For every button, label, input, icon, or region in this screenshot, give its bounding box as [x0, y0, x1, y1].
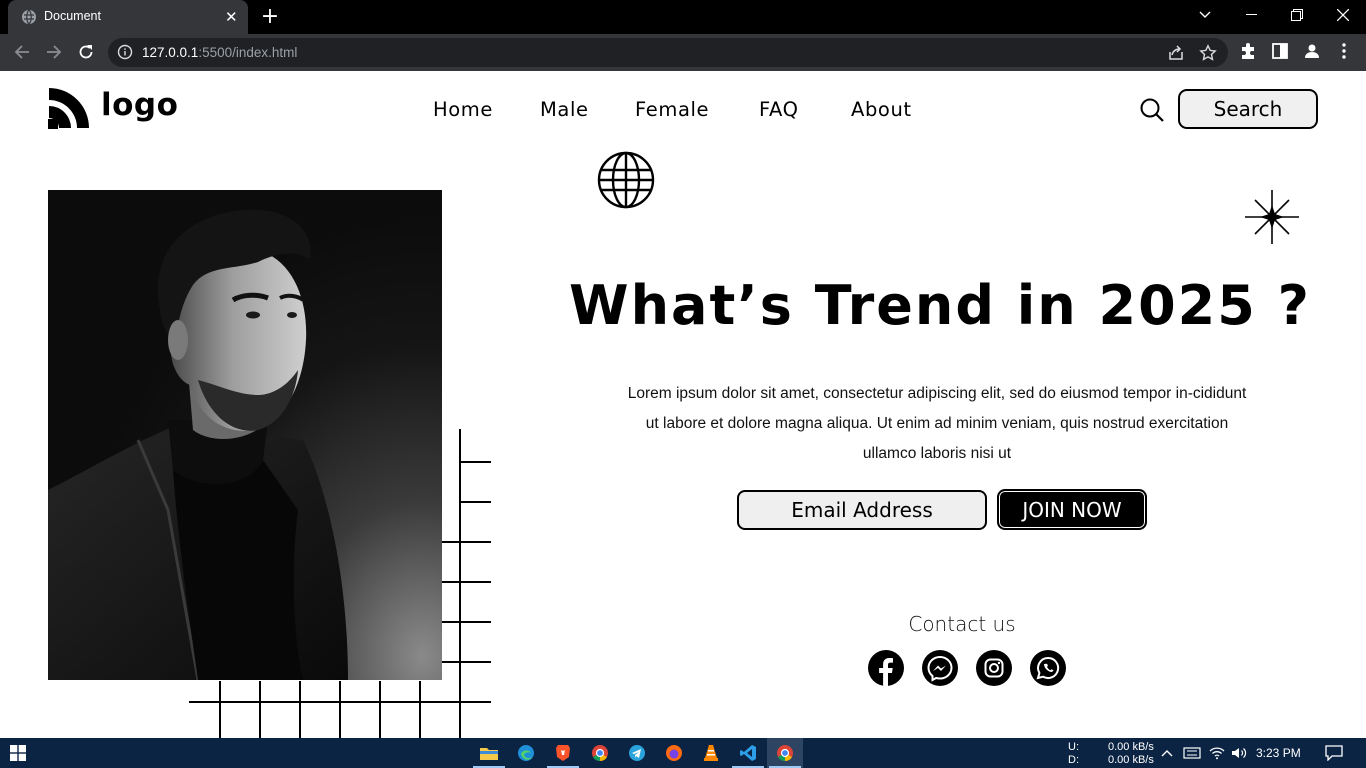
restore-icon[interactable] — [1274, 0, 1320, 30]
download-label: D: — [1068, 754, 1079, 766]
nav-male[interactable]: Male — [540, 98, 589, 121]
upload-speed: 0.00 kB/s — [1108, 741, 1154, 753]
input-method-icon[interactable] — [1183, 746, 1201, 760]
close-window-icon[interactable] — [1320, 0, 1366, 30]
bookmark-star-icon[interactable] — [1199, 44, 1217, 62]
globe-favicon-icon — [22, 9, 36, 25]
file-explorer-icon[interactable] — [471, 738, 507, 768]
forward-icon[interactable] — [42, 40, 66, 64]
back-icon[interactable] — [10, 40, 34, 64]
wifi-icon[interactable] — [1209, 746, 1225, 760]
browser-tab[interactable]: Document ✕ — [8, 0, 248, 34]
url-path: :5500/index.html — [198, 45, 298, 60]
sparkle-star-icon — [1245, 190, 1299, 244]
new-tab-icon[interactable]: + — [258, 4, 282, 29]
nav-faq[interactable]: FAQ — [759, 98, 799, 121]
nav-female[interactable]: Female — [635, 98, 709, 121]
logo-text[interactable]: logo — [101, 87, 178, 123]
globe-icon — [597, 151, 655, 209]
email-field[interactable] — [737, 490, 987, 530]
chrome-browser-icon[interactable] — [582, 738, 618, 768]
browser-toolbar: 127.0.0.1:5500/index.html — [0, 34, 1366, 71]
edge-browser-icon[interactable] — [508, 738, 544, 768]
web-page: logo Home Male Female FAQ About Search W… — [0, 71, 1366, 738]
search-icon[interactable] — [1139, 97, 1165, 123]
windows-start-icon[interactable] — [0, 738, 36, 768]
hero-title: What’s Trend in 2025 ? — [569, 274, 1311, 337]
whatsapp-icon[interactable] — [1030, 650, 1066, 686]
profile-icon[interactable] — [1303, 42, 1321, 60]
address-bar[interactable]: 127.0.0.1:5500/index.html — [108, 38, 1228, 67]
logo-mark-icon[interactable] — [47, 86, 91, 130]
url-text: 127.0.0.1:5500/index.html — [142, 45, 297, 60]
menu-kebab-icon[interactable] — [1335, 42, 1353, 60]
messenger-icon[interactable] — [922, 650, 958, 686]
facebook-icon[interactable] — [868, 650, 904, 686]
os-taskbar: U: D: 0.00 kB/s 0.00 kB/s 3:23 PM — [0, 738, 1366, 768]
join-now-button[interactable]: JOIN NOW — [997, 489, 1147, 530]
grid-decoration — [189, 429, 491, 738]
minimize-icon[interactable] — [1228, 0, 1274, 30]
contact-title: Contact us — [908, 612, 1016, 636]
nav-about[interactable]: About — [851, 98, 912, 121]
download-speed: 0.00 kB/s — [1108, 754, 1154, 766]
brave-browser-icon[interactable] — [545, 738, 581, 768]
tab-title: Document — [44, 9, 101, 23]
instagram-icon[interactable] — [976, 650, 1012, 686]
side-panel-icon[interactable] — [1271, 42, 1289, 60]
extensions-icon[interactable] — [1239, 42, 1257, 60]
firefox-icon[interactable] — [656, 738, 692, 768]
url-host: 127.0.0.1 — [142, 45, 199, 60]
vlc-icon[interactable] — [693, 738, 729, 768]
share-icon[interactable] — [1167, 44, 1185, 62]
clock[interactable]: 3:23 PM — [1256, 746, 1301, 760]
browser-tab-strip: Document ✕ + — [0, 0, 1366, 34]
tab-close-icon[interactable]: ✕ — [225, 8, 238, 26]
chrome-active-window-icon[interactable] — [767, 738, 803, 768]
search-button[interactable]: Search — [1178, 89, 1318, 129]
telegram-icon[interactable] — [619, 738, 655, 768]
tray-overflow-chevron-icon[interactable] — [1161, 748, 1173, 758]
nav-home[interactable]: Home — [433, 98, 493, 121]
volume-icon[interactable] — [1231, 746, 1247, 760]
notification-center-icon[interactable] — [1325, 745, 1343, 761]
upload-label: U: — [1068, 741, 1079, 753]
hero-description: Lorem ipsum dolor sit amet, consectetur … — [627, 385, 1247, 462]
vscode-icon[interactable] — [730, 738, 766, 768]
reload-icon[interactable] — [74, 40, 98, 64]
site-info-icon[interactable] — [117, 44, 133, 60]
tab-search-chevron-icon[interactable] — [1182, 0, 1228, 30]
